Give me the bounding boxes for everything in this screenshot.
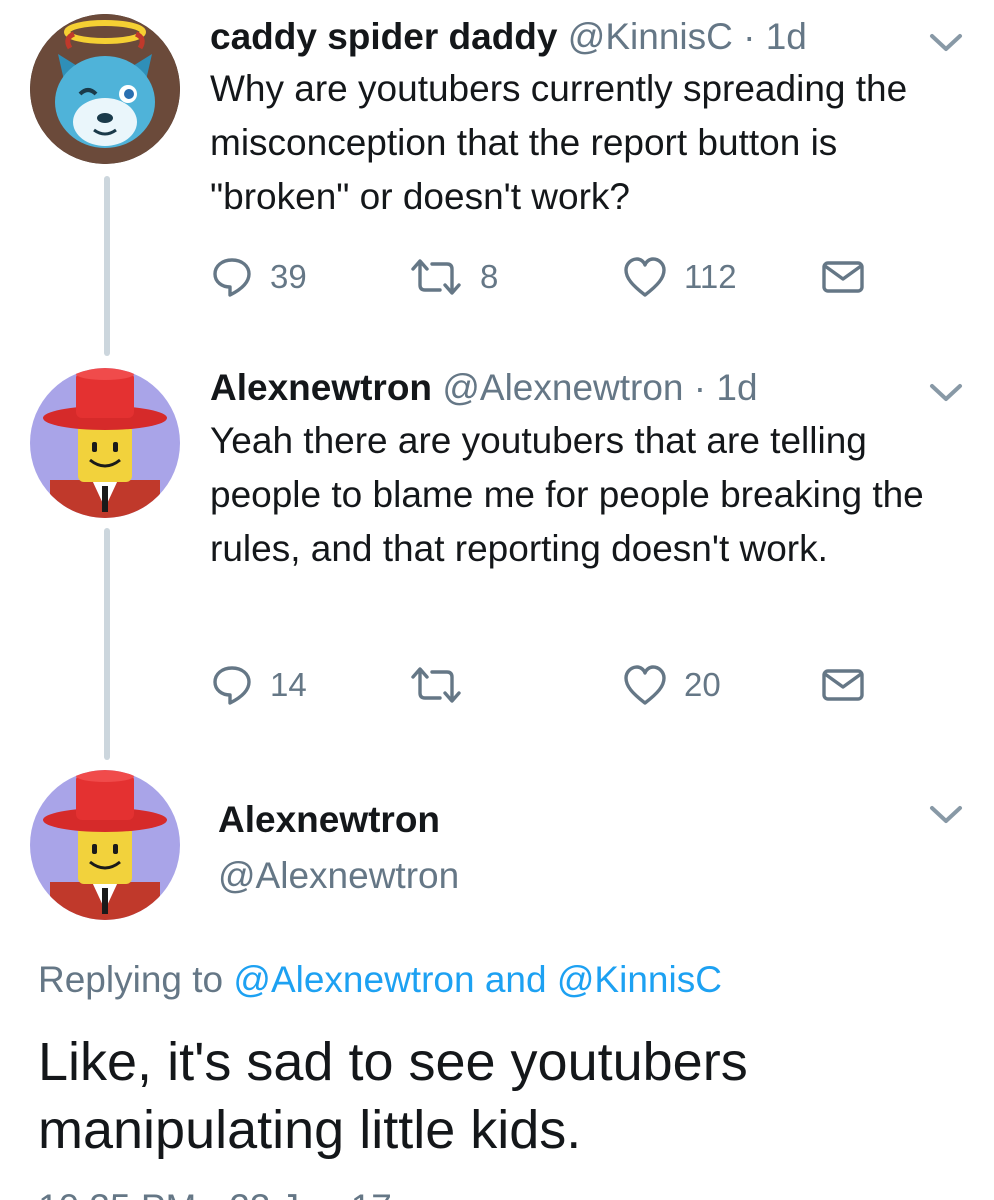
reply-icon (213, 666, 251, 705)
separator-dot: · (693, 367, 707, 408)
tweet-timestamp: 10:35 PM · 23 Jun 17 (38, 1186, 392, 1200)
tweet-actions: 39 8 112 (210, 252, 890, 302)
avatar-alexnewtron-main[interactable] (30, 770, 180, 920)
main-author-name[interactable]: Alexnewtron (218, 798, 440, 842)
direct-message-button[interactable] (820, 660, 866, 710)
reply-button[interactable]: 39 (210, 252, 307, 302)
reply-count: 14 (270, 666, 307, 703)
tweet-text: Why are youtubers currently spreading th… (210, 68, 908, 217)
author-handle[interactable]: @Alexnewtron (442, 367, 683, 408)
direct-message-button[interactable] (820, 252, 866, 302)
envelope-icon (822, 669, 864, 701)
replying-to: Replying to @Alexnewtron and @KinnisC (38, 958, 722, 1002)
avatar-alexnewtron[interactable] (30, 368, 180, 518)
separator-dot: · (743, 16, 756, 57)
tweet-actions: 14 20 (210, 660, 890, 710)
reply-count: 39 (270, 258, 307, 295)
author-name[interactable]: Alexnewtron (210, 367, 432, 408)
author-handle[interactable]: @KinnisC (568, 16, 733, 57)
like-count: 20 (684, 666, 721, 703)
roblox-avatar-icon (30, 770, 180, 920)
tweet-header: caddy spider daddy @KinnisC · 1d (210, 15, 807, 59)
replying-and[interactable]: and (485, 959, 547, 1000)
mention-link[interactable]: @KinnisC (557, 959, 722, 1000)
replying-prefix: Replying to (38, 959, 224, 1000)
thread-line-1 (104, 176, 110, 356)
like-count: 112 (684, 258, 737, 295)
mention-link[interactable]: @Alexnewtron (233, 959, 474, 1000)
heart-icon (624, 257, 666, 297)
retweet-button[interactable]: 8 (408, 252, 498, 302)
chevron-down-icon[interactable] (928, 802, 964, 826)
thread-line-2 (104, 528, 110, 760)
tweet-time[interactable]: 1d (716, 367, 757, 408)
retweet-icon (411, 667, 461, 703)
chevron-down-icon[interactable] (928, 30, 964, 54)
envelope-icon (822, 261, 864, 293)
like-button[interactable]: 112 (622, 252, 737, 302)
retweet-button[interactable] (408, 660, 480, 710)
tweet-time[interactable]: 1d (766, 16, 807, 57)
fox-avatar-icon (30, 14, 180, 164)
chevron-down-icon[interactable] (928, 380, 964, 404)
tweet-header: Alexnewtron @Alexnewtron · 1d (210, 366, 758, 410)
like-button[interactable]: 20 (622, 660, 721, 710)
main-author-handle[interactable]: @Alexnewtron (218, 854, 459, 898)
reply-icon (213, 258, 251, 297)
retweet-icon (411, 259, 461, 295)
author-name[interactable]: caddy spider daddy (210, 16, 558, 57)
retweet-count: 8 (480, 258, 499, 295)
tweet-text: Yeah there are youtubers that are tellin… (210, 420, 924, 569)
main-tweet-text: Like, it's sad to see youtubers manipula… (38, 1032, 748, 1160)
heart-icon (624, 665, 666, 705)
roblox-avatar-icon (30, 368, 180, 518)
avatar-kinnisc[interactable] (30, 14, 180, 164)
reply-button[interactable]: 14 (210, 660, 307, 710)
